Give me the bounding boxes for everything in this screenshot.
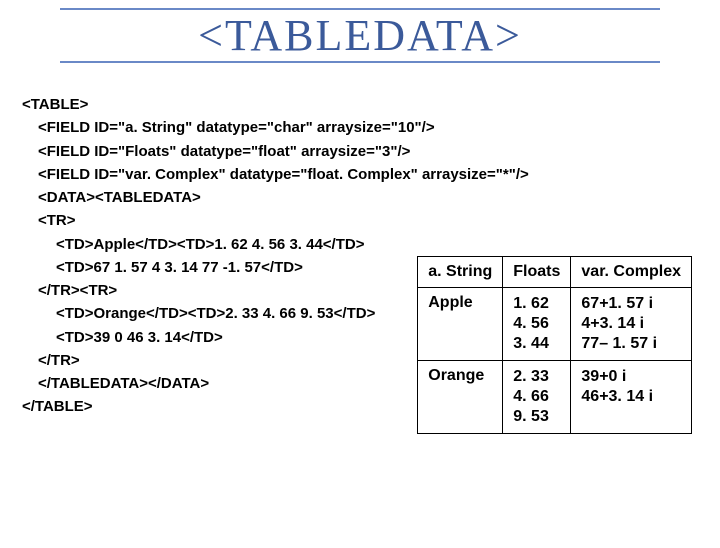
code-line: <FIELD ID="a. String" datatype="char" ar…: [22, 116, 698, 139]
table-header-row: a. String Floats var. Complex: [418, 257, 692, 288]
col-header: var. Complex: [571, 257, 692, 288]
title-wrap: <TABLEDATA>: [60, 8, 660, 63]
slide-title: <TABLEDATA>: [194, 10, 526, 61]
col-header: Floats: [503, 257, 571, 288]
code-line: <FIELD ID="var. Complex" datatype="float…: [22, 163, 698, 186]
table-row: Apple 1. 62 4. 56 3. 44 67+1. 57 i 4+3. …: [418, 288, 692, 361]
col-header: a. String: [418, 257, 503, 288]
cell: 1. 62 4. 56 3. 44: [503, 288, 571, 361]
example-table: a. String Floats var. Complex Apple 1. 6…: [417, 256, 692, 434]
cell: 2. 33 4. 66 9. 53: [503, 361, 571, 434]
title-rule-bottom: [60, 61, 660, 63]
code-line: <FIELD ID="Floats" datatype="float" arra…: [22, 140, 698, 163]
code-line: <TD>Apple</TD><TD>1. 62 4. 56 3. 44</TD>: [22, 233, 698, 256]
cell: 39+0 i 46+3. 14 i: [571, 361, 692, 434]
code-line: <TR>: [22, 209, 698, 232]
code-line: <TABLE>: [22, 93, 698, 116]
cell: 67+1. 57 i 4+3. 14 i 77– 1. 57 i: [571, 288, 692, 361]
table-row: Orange 2. 33 4. 66 9. 53 39+0 i 46+3. 14…: [418, 361, 692, 434]
code-line: <DATA><TABLEDATA>: [22, 186, 698, 209]
cell: Apple: [418, 288, 503, 361]
cell: Orange: [418, 361, 503, 434]
